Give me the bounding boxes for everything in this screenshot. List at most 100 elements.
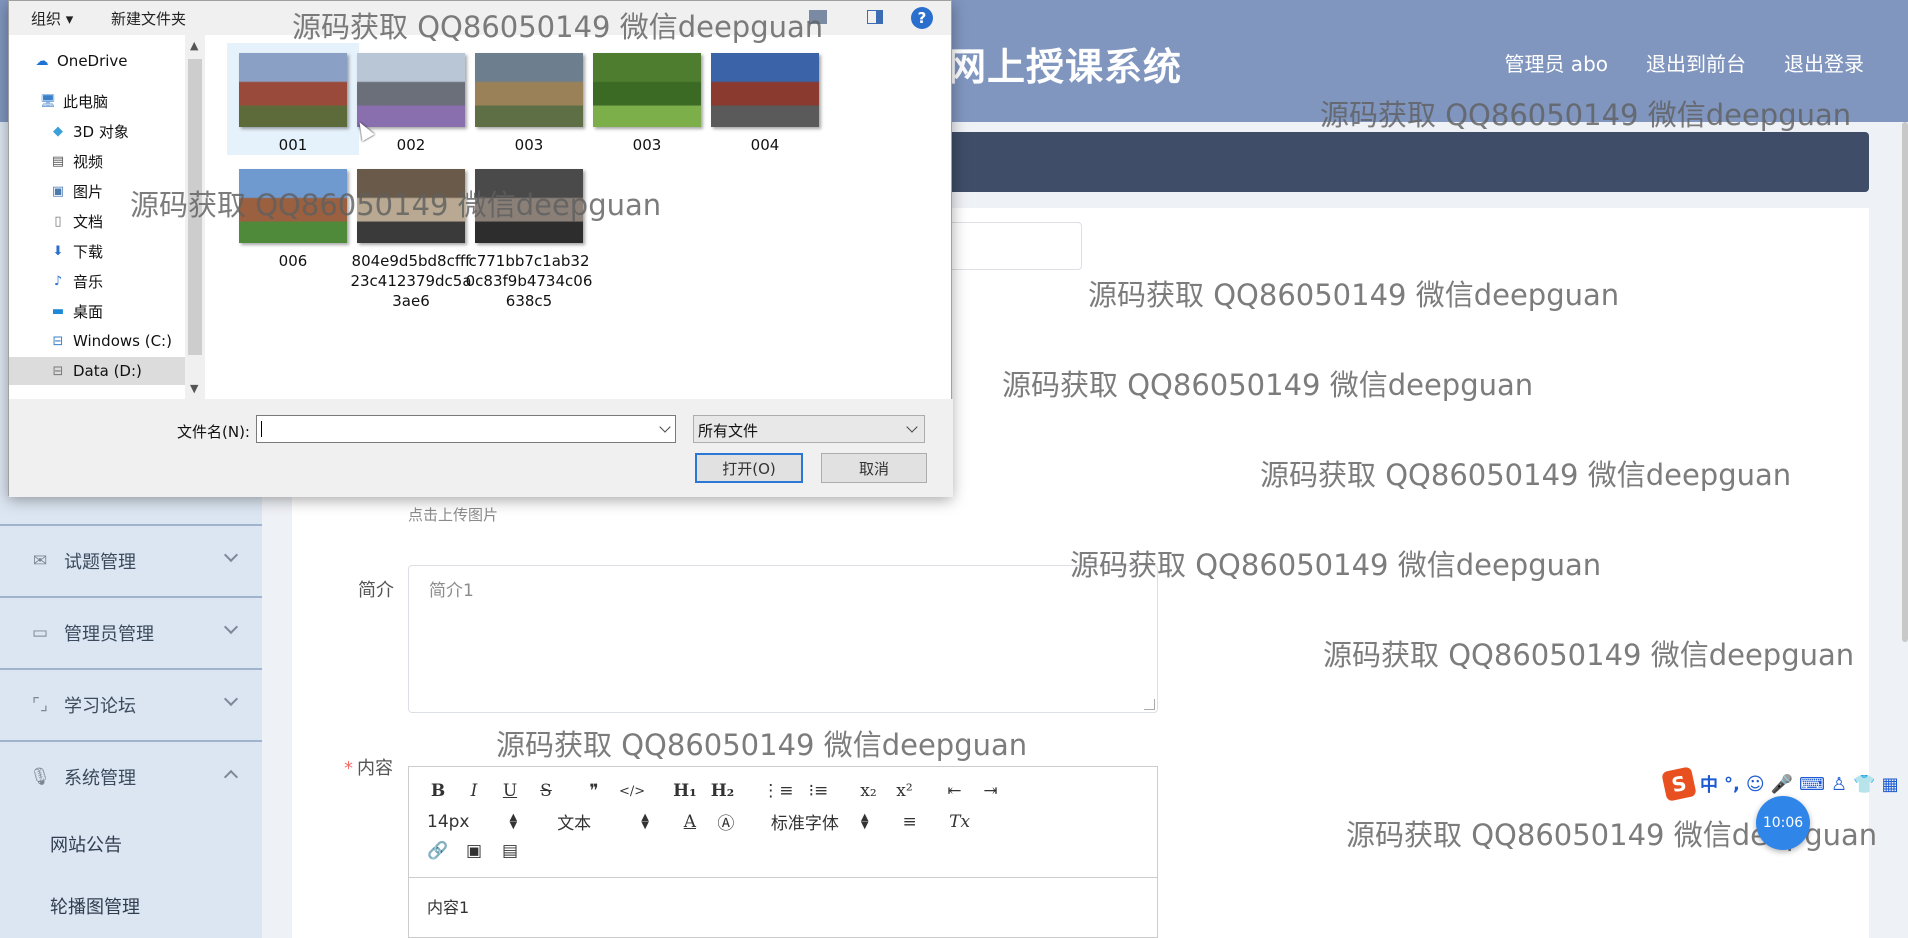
nav-item-label: 3D 对象 — [73, 122, 129, 141]
nav-item-label: 图片 — [73, 182, 104, 201]
logout-link[interactable]: 退出登录 — [1784, 48, 1864, 77]
page-scrollbar[interactable] — [1902, 122, 1908, 642]
indent-button[interactable]: ⇥ — [979, 781, 1001, 801]
nav-item-label: 文档 — [73, 212, 104, 231]
sidebar-item-questions[interactable]: ✉ 试题管理 — [0, 524, 262, 595]
sidebar-item-admins[interactable]: ▭ 管理员管理 — [0, 596, 262, 667]
content-label-text: 内容 — [357, 758, 393, 779]
upload-hint[interactable]: 点击上传图片 — [408, 504, 498, 525]
nav-item-label: OneDrive — [57, 52, 128, 70]
align-icon[interactable]: ≡ — [899, 812, 921, 832]
clear-format-icon[interactable]: Tx — [949, 812, 971, 832]
dialog-footer: 文件名(N): 所有文件 打开(O) 取消 — [9, 399, 953, 497]
sidebar-subitem-announcements[interactable]: 网站公告 — [0, 814, 262, 874]
sogou-logo-icon[interactable]: S — [1661, 766, 1697, 802]
keyboard-icon[interactable]: ⌨ — [1799, 774, 1825, 795]
file-name: 006 — [278, 252, 308, 270]
file-thumbnail — [593, 53, 701, 127]
quote-button[interactable]: ❞ — [583, 781, 605, 801]
emoji-icon[interactable]: ☺ — [1746, 774, 1765, 795]
code-button[interactable]: </> — [619, 784, 645, 799]
intro-text: 简介1 — [429, 581, 474, 601]
sidebar-item-label: 学习论坛 — [64, 695, 136, 717]
chinese-mode-icon[interactable]: 中 — [1700, 771, 1718, 797]
chevron-up-icon — [223, 769, 239, 785]
updown-arrow-icon: ▲ ▼ — [860, 811, 869, 831]
sidebar-item-forum[interactable]: ⌜⌟ 学习论坛 — [0, 668, 262, 739]
file-thumbnail — [239, 53, 347, 127]
toolbox-icon[interactable]: ▦ — [1882, 774, 1899, 795]
strikethrough-button[interactable]: S — [535, 781, 557, 801]
outdent-button[interactable]: ⇤ — [943, 781, 965, 801]
file-item[interactable]: 003 — [581, 43, 713, 155]
file-item[interactable]: c771bb7c1ab320c83f9b4734c06638c5 — [463, 159, 595, 311]
sidebar-item-label: 管理员管理 — [64, 623, 154, 645]
nav-item-drive-d[interactable]: ⊟ Data (D:) — [9, 357, 185, 385]
file-name: c771bb7c1ab320c83f9b4734c06638c5 — [465, 252, 593, 310]
font-family-select[interactable]: 标准字体 ▲ ▼ — [771, 809, 869, 834]
nav-scrollbar[interactable]: ▲ ▼ — [185, 35, 205, 399]
font-color-icon[interactable]: A — [679, 812, 701, 832]
drive-icon: ⊟ — [52, 333, 64, 349]
video-icon: ▤ — [51, 153, 65, 169]
skin-icon[interactable]: 👕 — [1853, 774, 1875, 795]
background-color-icon[interactable]: Ⓐ — [715, 809, 737, 834]
scroll-thumb[interactable] — [188, 59, 202, 355]
sidebar-item-system[interactable]: 🎙 系统管理 — [0, 740, 262, 811]
exit-to-frontend-link[interactable]: 退出到前台 — [1646, 48, 1746, 77]
admin-user-link[interactable]: 管理员 abo — [1504, 48, 1608, 77]
view-options-icon[interactable] — [809, 10, 827, 24]
open-button[interactable]: 打开(O) — [695, 453, 803, 483]
italic-button[interactable]: I — [463, 781, 485, 801]
editor-content[interactable]: 内容1 — [409, 878, 1157, 934]
intro-textarea[interactable]: 简介1 — [408, 565, 1158, 713]
preview-pane-icon[interactable] — [867, 10, 883, 24]
underline-button[interactable]: U — [499, 781, 521, 801]
file-name-input[interactable] — [256, 415, 676, 443]
nav-item-label: 视频 — [73, 152, 104, 171]
nav-item-label: Windows (C:) — [73, 332, 172, 350]
resize-grip-icon[interactable] — [1144, 699, 1155, 710]
file-type-select[interactable]: 所有文件 — [693, 415, 925, 443]
cancel-button[interactable]: 取消 — [821, 453, 927, 483]
intro-label: 简介 — [358, 580, 394, 601]
bullet-list-button[interactable]: ⁝≡ — [807, 781, 829, 801]
id-card-icon: ▭ — [31, 622, 49, 643]
video-icon[interactable]: ▤ — [499, 841, 521, 861]
user-icon[interactable]: ♙ — [1831, 774, 1847, 795]
new-folder-button[interactable]: 新建文件夹 — [111, 8, 186, 29]
ordered-list-button[interactable]: ⋮≡ — [762, 781, 793, 801]
punctuation-icon[interactable]: °, — [1724, 774, 1740, 795]
file-item[interactable]: 003 — [463, 43, 595, 155]
font-size-select[interactable]: 14px ▲ ▼ — [427, 812, 517, 832]
block-type-select[interactable]: 文本 ▲ ▼ — [557, 809, 649, 834]
scroll-up-icon[interactable]: ▲ — [190, 39, 198, 52]
chevron-down-icon[interactable] — [659, 421, 671, 433]
heading1-button[interactable]: H₁ — [673, 781, 697, 801]
sidebar-subitem-carousel[interactable]: 轮播图管理 — [0, 876, 262, 936]
file-item[interactable]: 001 — [227, 43, 359, 155]
file-item[interactable]: 804e9d5bd8cfff23c412379dc5a3ae6 — [345, 159, 477, 311]
heading2-button[interactable]: H₂ — [711, 781, 735, 801]
file-item[interactable]: 006 — [227, 159, 359, 271]
sidebar-subitem-label: 轮播图管理 — [50, 897, 140, 918]
microphone-icon[interactable]: 🎤 — [1771, 774, 1793, 795]
updown-arrow-icon: ▲ ▼ — [509, 811, 518, 831]
file-name-label: 文件名(N): — [177, 423, 250, 441]
nav-item-label: Data (D:) — [73, 362, 142, 380]
header-nav: 管理员 abo 退出到前台 退出登录 — [1504, 48, 1864, 77]
organize-button[interactable]: 组织 ▾ — [31, 8, 73, 29]
nav-item-label: 此电脑 — [63, 92, 109, 111]
help-icon[interactable]: ? — [911, 7, 933, 29]
file-thumbnail — [357, 169, 465, 243]
image-icon[interactable]: ▣ — [463, 841, 485, 861]
bold-button[interactable]: B — [427, 781, 449, 801]
file-item[interactable]: 004 — [699, 43, 831, 155]
clock-bubble[interactable]: 10:06 — [1756, 796, 1810, 850]
scroll-down-icon[interactable]: ▼ — [190, 382, 198, 395]
subscript-button[interactable]: x₂ — [857, 781, 879, 801]
frame-icon: ⌜⌟ — [32, 694, 48, 715]
nav-item-onedrive[interactable]: ☁ OneDrive — [33, 47, 207, 75]
superscript-button[interactable]: x² — [893, 781, 915, 801]
link-icon[interactable]: 🔗 — [427, 841, 449, 861]
